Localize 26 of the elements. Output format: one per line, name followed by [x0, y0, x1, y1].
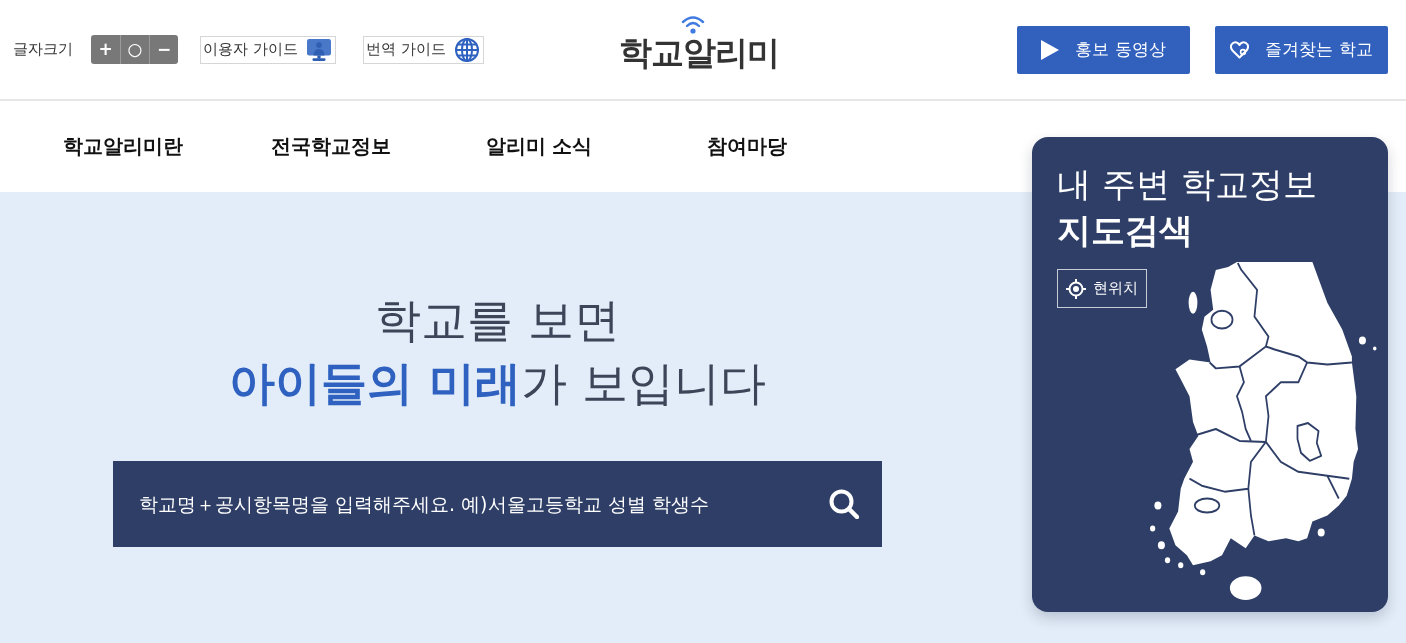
- font-size-label: 글자크기: [13, 40, 73, 59]
- monitor-icon: [306, 37, 331, 62]
- card-subtitle: 지도검색: [1057, 209, 1194, 252]
- search-field[interactable]: 학교명＋공시항목명을 입력해주세요. 예)서울고등학교 성별 학생수: [113, 461, 882, 547]
- nav-item[interactable]: 알리미 소식: [435, 133, 643, 160]
- nav-item[interactable]: 참여마당: [643, 133, 851, 160]
- current-location-button[interactable]: 현위치: [1057, 269, 1147, 308]
- decrease-font-button[interactable]: −: [149, 35, 178, 64]
- video-button[interactable]: 홍보 동영상: [1017, 25, 1190, 74]
- play-icon: [1041, 39, 1060, 60]
- site-logo[interactable]: 학교알리미: [619, 35, 779, 72]
- nav-item[interactable]: 학교알리미란: [19, 133, 227, 160]
- heart-icon: [1230, 40, 1250, 59]
- signal-icon: [681, 15, 705, 36]
- nav-item[interactable]: 전국학교정보: [227, 133, 435, 160]
- increase-font-button[interactable]: +: [91, 35, 120, 64]
- search-button[interactable]: [828, 488, 860, 520]
- search-icon: [829, 489, 859, 519]
- reset-font-button[interactable]: ○: [120, 35, 149, 64]
- hero-title: 학교를 보면 아이들의 미래가 보입니다: [229, 292, 766, 412]
- card-title: 내 주변 학교정보: [1057, 163, 1318, 206]
- guide-link[interactable]: 번역 가이드: [362, 35, 484, 64]
- crosshair-icon: [1066, 278, 1086, 299]
- favorites-button[interactable]: 즐겨찾는 학교: [1215, 25, 1388, 74]
- globe-icon: [454, 37, 479, 62]
- guide-link[interactable]: 이용자 가이드: [200, 35, 336, 64]
